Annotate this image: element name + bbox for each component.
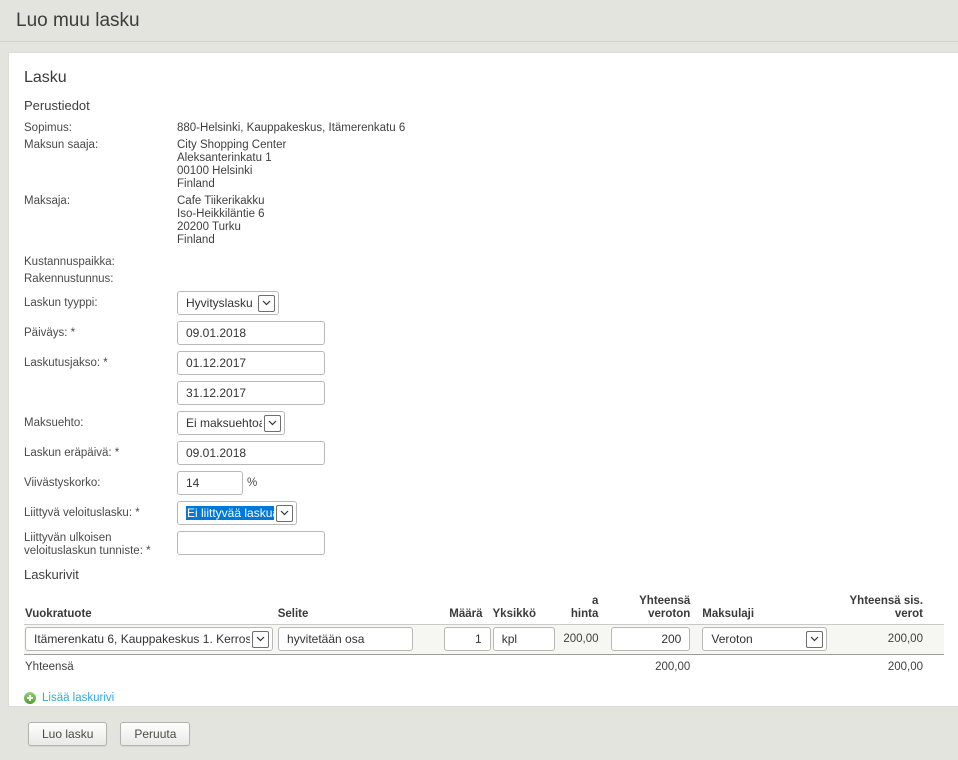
col-header-total-incl: Yhteensä sis. verot [827,595,923,620]
field-label: Liittyvä veloituslasku: * [24,507,177,520]
field-row-related-invoice: Liittyvä veloituslasku: * Ei liittyvää l… [24,501,944,525]
field-row-late-interest: Viivästyskorko: % [24,471,944,495]
page-title: Luo muu lasku [16,10,140,32]
info-label: Maksun saaja: [24,139,177,191]
select-value: Hyvityslasku [178,296,256,310]
total-incl-value: 200,00 [827,633,923,645]
col-header-total-excl: Yhteensä veroton [610,595,690,620]
select-value: Veroton [703,632,804,646]
invoice-section-title: Lasku [24,69,944,87]
info-label: Kustannuspaikka: [24,256,177,269]
field-row-external-id: Liittyvän ulkoisen veloituslaskun tunnis… [24,531,944,558]
select-value: Ei liittyvää laskua [186,506,274,520]
rows-section-title: Laskurivit [24,567,944,582]
totals-excl-value: 200,00 [610,661,690,673]
field-row-due-date: Laskun eräpäivä: * [24,441,944,465]
col-header-unit-price: a hinta [554,595,598,620]
chevron-down-icon [276,505,293,522]
field-label: Viivästyskorko: [24,477,177,490]
info-row-rakennustunnus: Rakennustunnus: [24,273,944,286]
basics-section-title: Perustiedot [24,98,944,113]
add-invoice-row-link[interactable]: Lisää laskurivi [24,692,114,704]
external-id-input[interactable] [177,531,325,555]
basic-info: Sopimus: 880-Helsinki, Kauppakeskus, Itä… [24,122,944,286]
add-icon [24,692,36,704]
date-input[interactable] [177,321,325,345]
col-header-payment-type: Maksulaji [702,608,827,621]
invoice-card: Lasku Perustiedot Sopimus: 880-Helsinki,… [8,52,958,707]
description-input[interactable] [278,627,413,651]
col-header-unit: Yksikkö [493,608,555,621]
table-row: Itämerenkatu 6, Kauppakeskus 1. Kerros, … [24,625,944,655]
chevron-down-icon [806,631,823,648]
info-value: 20200 Turku [177,221,265,234]
create-invoice-button[interactable]: Luo lasku [28,722,107,746]
field-row-billing-period-end [24,381,944,405]
chevron-down-icon [252,631,269,648]
add-row-label: Lisää laskurivi [42,692,114,704]
col-header-quantity: Määrä [444,608,491,621]
invoice-form: Laskun tyyppi: Hyvityslasku Päiväys: * L… [24,291,944,558]
percent-suffix: % [247,477,257,489]
invoice-rows-table: Vuokratuote Selite Määrä Yksikkö a hinta… [24,595,944,679]
quantity-input[interactable] [444,627,491,651]
info-label: Rakennustunnus: [24,273,177,286]
late-interest-input[interactable] [177,471,243,495]
field-label: Päiväys: * [24,327,177,340]
page-header: Luo muu lasku [0,0,958,42]
info-row-kustannuspaikka: Kustannuspaikka: [24,256,944,269]
info-value: City Shopping Center [177,139,286,152]
field-label: Maksuehto: [24,417,177,430]
field-label: Laskun tyyppi: [24,297,177,310]
invoice-type-select[interactable]: Hyvityslasku [177,291,279,315]
info-label: Sopimus: [24,122,177,135]
due-date-input[interactable] [177,441,325,465]
totals-label: Yhteensä [25,661,273,673]
field-row-date: Päiväys: * [24,321,944,345]
col-header-description: Selite [278,608,413,621]
footer-actions: Luo lasku Peruuta [28,722,958,746]
chevron-down-icon [264,415,281,432]
info-value: Iso-Heikkiläntie 6 [177,208,265,221]
info-value: Aleksanterinkatu 1 [177,152,286,165]
info-value: 880-Helsinki, Kauppakeskus, Itämerenkatu… [177,122,405,135]
info-row-maksaja: Maksaja: Cafe Tiikerikakku Iso-Heikkilän… [24,195,944,247]
info-value: 00100 Helsinki [177,165,286,178]
field-row-billing-period-start: Laskutusjakso: * [24,351,944,375]
select-value: Itämerenkatu 6, Kauppakeskus 1. Kerros, … [26,632,250,646]
select-value: Ei maksuehtoa [178,416,262,430]
info-value: Cafe Tiikerikakku [177,195,265,208]
totals-incl-value: 200,00 [827,661,923,673]
info-row-maksun-saaja: Maksun saaja: City Shopping Center Aleks… [24,139,944,191]
unit-input[interactable] [493,627,555,651]
info-value: Finland [177,234,265,247]
field-label: Liittyvän ulkoisen veloituslaskun tunnis… [24,531,177,558]
field-row-payment-term: Maksuehto: Ei maksuehtoa [24,411,944,435]
field-label: Laskun eräpäivä: * [24,447,177,460]
billing-period-end-input[interactable] [177,381,325,405]
info-label: Maksaja: [24,195,177,247]
field-label: Laskutusjakso: * [24,357,177,370]
total-excl-input[interactable] [611,627,691,651]
payment-type-select[interactable]: Veroton [702,627,827,651]
totals-row: Yhteensä 200,00 200,00 [24,655,944,679]
info-row-sopimus: Sopimus: 880-Helsinki, Kauppakeskus, Itä… [24,122,944,135]
billing-period-start-input[interactable] [177,351,325,375]
chevron-down-icon [258,295,275,312]
cancel-button[interactable]: Peruuta [120,722,190,746]
field-row-invoice-type: Laskun tyyppi: Hyvityslasku [24,291,944,315]
unit-price-value: 200,00 [555,633,599,645]
info-value: Finland [177,178,286,191]
col-header-product: Vuokratuote [25,608,273,621]
product-select[interactable]: Itämerenkatu 6, Kauppakeskus 1. Kerros, … [25,627,273,651]
table-header-row: Vuokratuote Selite Määrä Yksikkö a hinta… [24,595,944,625]
related-invoice-select[interactable]: Ei liittyvää laskua [177,501,297,525]
payment-term-select[interactable]: Ei maksuehtoa [177,411,285,435]
